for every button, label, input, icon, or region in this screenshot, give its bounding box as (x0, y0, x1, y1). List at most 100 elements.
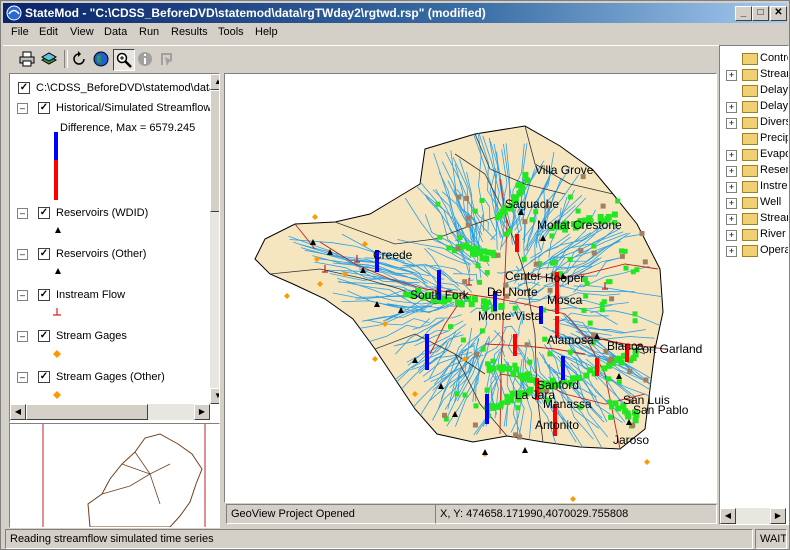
folder-icon (742, 117, 758, 129)
print-button[interactable] (17, 49, 37, 69)
project-checkbox[interactable]: ✓ (18, 82, 30, 94)
tree-expander[interactable]: + (726, 118, 737, 129)
node-marker (479, 198, 485, 203)
node-marker (587, 320, 593, 326)
expander-gages-other[interactable]: – (17, 372, 28, 383)
menu-run[interactable]: Run (139, 26, 159, 38)
close-button[interactable]: ✕ (770, 6, 787, 21)
node-marker (616, 379, 622, 385)
map-view[interactable]: Villa Grove Saguache Moffat Crestone Cre… (224, 73, 717, 503)
scroll-down-button[interactable]: ▼ (210, 388, 219, 404)
node-marker (490, 365, 497, 372)
info-button[interactable] (135, 49, 155, 69)
node-marker (606, 376, 611, 382)
expander-instream[interactable]: – (17, 290, 28, 301)
tree-expander[interactable]: + (726, 246, 737, 257)
expander-reservoirs-other[interactable]: – (17, 249, 28, 260)
scroll-left-button[interactable]: ◀ (10, 404, 26, 420)
streamflow-difference-bar (485, 394, 489, 424)
overview-map[interactable] (9, 423, 220, 528)
legend-vertical-scrollbar[interactable]: ▲ ▼ (210, 74, 219, 404)
node-marker (599, 301, 605, 307)
statemod-app-icon (6, 5, 22, 21)
maximize-button[interactable]: □ (752, 6, 769, 21)
menu-results[interactable]: Results (171, 26, 208, 38)
select-button[interactable] (157, 49, 177, 69)
streamflow-difference-bar (561, 356, 565, 380)
zoom-button[interactable] (113, 49, 135, 71)
diversion-marker (619, 253, 625, 259)
tree-item-label: Delay Tables (Monthly) (760, 84, 789, 96)
diversion-marker (456, 194, 462, 200)
node-marker (608, 414, 614, 420)
tree-expander[interactable]: + (726, 102, 737, 113)
node-marker (567, 194, 573, 200)
node-marker (463, 242, 470, 249)
tree-item-label: Evaporation (760, 148, 789, 160)
checkbox-reservoirs-other[interactable]: ✓ (38, 248, 50, 260)
node-marker (550, 260, 555, 266)
overview-map-canvas (42, 424, 206, 527)
tree-expander[interactable]: + (726, 70, 737, 81)
node-marker (484, 299, 491, 306)
title-bar[interactable]: StateMod - "C:\CDSS_BeforeDVD\statemod\d… (3, 3, 787, 23)
stream-gage-marker (284, 293, 290, 299)
tree-expander[interactable]: + (726, 150, 737, 161)
menu-view[interactable]: View (70, 26, 94, 38)
tree-horizontal-scrollbar[interactable]: ◀ ▶ (720, 508, 786, 524)
menu-help[interactable]: Help (255, 26, 278, 38)
minimize-button[interactable]: _ (735, 6, 752, 21)
node-marker (499, 400, 505, 406)
tree-scroll-right-button[interactable]: ▶ (770, 508, 786, 524)
scroll-up-button[interactable]: ▲ (210, 74, 219, 90)
menu-tools[interactable]: Tools (218, 26, 244, 38)
hscroll-thumb[interactable] (26, 404, 148, 420)
expander-reservoirs-wdid[interactable]: – (17, 208, 28, 219)
diversion-marker (513, 432, 519, 438)
folder-icon (742, 181, 758, 193)
menu-edit[interactable]: Edit (39, 26, 58, 38)
scroll-thumb[interactable] (210, 90, 219, 212)
node-marker (632, 318, 638, 324)
layer-sublabel-difference: Difference, Max = 6579.245 (60, 122, 196, 134)
node-marker (485, 361, 491, 367)
menu-bar: File Edit View Data Run Results Tools He… (3, 24, 787, 42)
tree-scroll-left-button[interactable]: ◀ (720, 508, 736, 524)
node-marker (583, 293, 589, 299)
reservoir-symbol-icon (55, 227, 61, 233)
layer-label-instream: Instream Flow (56, 289, 126, 301)
diversion-marker (627, 368, 633, 374)
reservoir-marker (482, 449, 488, 455)
tree-expander[interactable]: + (726, 182, 737, 193)
checkbox-gages-other[interactable]: ✓ (38, 371, 50, 383)
layers-button[interactable] (39, 49, 59, 69)
tree-expander[interactable]: + (726, 230, 737, 241)
tree-expander[interactable]: + (726, 214, 737, 225)
node-marker (460, 337, 466, 343)
scroll-right-button[interactable]: ▶ (194, 404, 210, 420)
expander-streamflow[interactable]: – (17, 103, 28, 114)
tree-expander[interactable]: + (726, 198, 737, 209)
diversion-marker (609, 296, 615, 302)
map-label-jaroso: Jaroso (613, 433, 649, 447)
tree-expander[interactable]: + (726, 166, 737, 177)
menu-data[interactable]: Data (104, 26, 127, 38)
checkbox-streamflow[interactable]: ✓ (38, 102, 50, 114)
expander-gages[interactable]: – (17, 331, 28, 342)
status-message: Reading streamflow simulated time series (5, 529, 753, 549)
node-marker (480, 346, 486, 352)
node-marker (490, 358, 496, 364)
node-marker (484, 270, 490, 276)
tree-item-label: River Network (760, 228, 788, 240)
node-marker (446, 245, 452, 251)
globe-button[interactable] (91, 49, 111, 69)
checkbox-instream[interactable]: ✓ (38, 289, 50, 301)
menu-file[interactable]: File (11, 26, 29, 38)
folder-icon (742, 69, 758, 81)
refresh-button[interactable] (69, 49, 89, 69)
checkbox-reservoirs-wdid[interactable]: ✓ (38, 207, 50, 219)
checkbox-gages[interactable]: ✓ (38, 330, 50, 342)
legend-horizontal-scrollbar[interactable]: ◀ ▶ (10, 404, 210, 420)
tree-item-label: Precipitation (760, 132, 789, 144)
node-marker (516, 190, 523, 197)
